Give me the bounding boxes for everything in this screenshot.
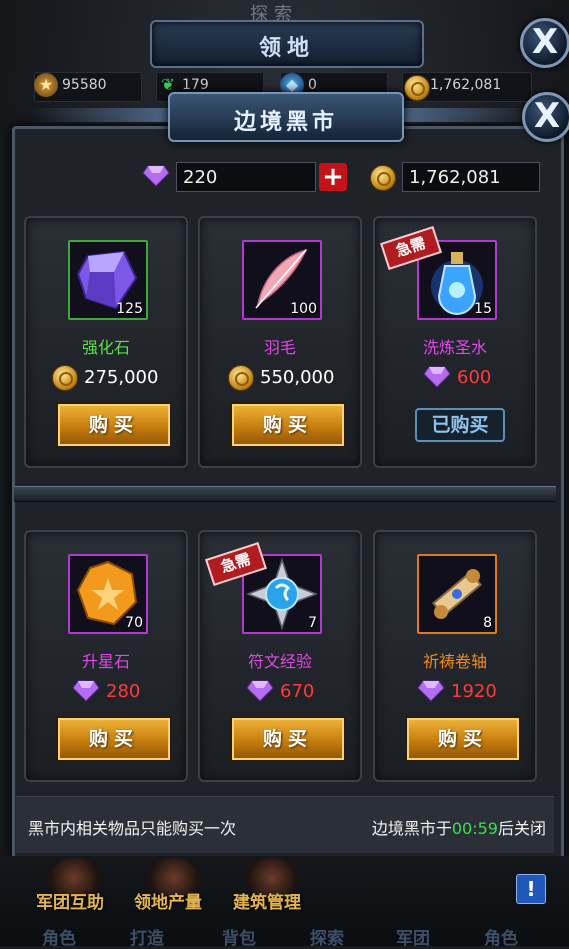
title-wing-left xyxy=(30,108,170,122)
purchased-label: 已购买 xyxy=(415,408,505,442)
item-frame[interactable]: 8 xyxy=(417,554,497,634)
item-price: 275,000 xyxy=(84,367,159,388)
buy-button[interactable]: 购买 xyxy=(56,402,172,448)
purchase-limit-notice: 黑市内相关物品只能购买一次 xyxy=(28,819,237,838)
item-name: 洗炼圣水 xyxy=(422,338,487,357)
price-row: 600 xyxy=(375,364,535,390)
market-close-button[interactable]: X xyxy=(522,92,569,142)
price-row: 670 xyxy=(200,678,360,704)
item-name: 强化石 xyxy=(81,338,130,357)
territory-close-button[interactable]: X xyxy=(520,18,569,68)
tab-explore[interactable]: 探索 xyxy=(310,924,344,949)
market-close-countdown: 边境黑市于00:59后关闭 xyxy=(372,815,546,839)
resource-leaf-value: 179 xyxy=(182,77,209,93)
gold-coin-icon xyxy=(228,365,254,391)
territory-output-button[interactable]: 领地产量 xyxy=(134,888,202,913)
building-management-button[interactable]: 建筑管理 xyxy=(233,888,301,913)
tab-role[interactable]: 角色 xyxy=(42,924,76,949)
purple-gem-icon xyxy=(417,680,445,702)
resource-star-value: 95580 xyxy=(62,77,107,93)
price-row: 275,000 xyxy=(26,364,186,391)
buy-button[interactable]: 购买 xyxy=(230,402,346,448)
item-count: 125 xyxy=(116,301,143,317)
tab-more[interactable]: 角色 xyxy=(484,924,518,949)
title-wing-right xyxy=(400,108,540,122)
gem-balance-field: 220 xyxy=(176,162,316,192)
item-frame[interactable]: 125 xyxy=(68,240,148,320)
countdown-prefix: 边境黑市于 xyxy=(371,819,452,838)
row-divider xyxy=(14,486,556,502)
item-count: 7 xyxy=(308,615,317,631)
resource-crystal-value: 0 xyxy=(308,77,317,93)
item-name: 祈祷卷轴 xyxy=(422,652,487,671)
gold-coin-icon xyxy=(404,75,430,101)
item-price: 670 xyxy=(280,681,315,702)
item-card-prayer-scroll: 8 祈祷卷轴 1920 购买 xyxy=(373,530,537,782)
item-card-star-stone: 70 升星石 280 购买 xyxy=(24,530,188,782)
price-row: 1920 xyxy=(375,678,535,704)
item-card-feather: 100 羽毛 550,000 购买 xyxy=(198,216,362,468)
market-title-bar: 边境黑市 xyxy=(168,92,404,142)
item-count: 100 xyxy=(290,301,317,317)
countdown-timer: 00:59 xyxy=(451,819,498,838)
item-name: 升星石 xyxy=(81,652,130,671)
market-footer: 黑市内相关物品只能购买一次 边境黑市于00:59后关闭 xyxy=(16,796,554,853)
purple-gem-icon xyxy=(72,680,100,702)
item-frame[interactable]: 70 xyxy=(68,554,148,634)
purple-gem-icon xyxy=(423,366,451,388)
tab-bag[interactable]: 背包 xyxy=(222,924,256,949)
item-name: 羽毛 xyxy=(263,338,296,357)
territory-title-bar: 领地 xyxy=(150,20,424,68)
item-price: 1920 xyxy=(451,681,497,702)
item-count: 15 xyxy=(474,301,492,317)
purple-gem-icon xyxy=(142,165,170,187)
item-name: 符文经验 xyxy=(247,652,312,671)
tab-forge[interactable]: 打造 xyxy=(130,924,164,949)
countdown-suffix: 后关闭 xyxy=(497,819,546,838)
legion-help-button[interactable]: 军团互助 xyxy=(36,888,104,913)
gold-coin-icon xyxy=(370,165,396,191)
item-frame[interactable]: 100 xyxy=(242,240,322,320)
resource-gold-value: 1,762,081 xyxy=(430,77,502,93)
item-card-strengthen-stone: 125 强化石 275,000 购买 xyxy=(24,216,188,468)
gold-balance-field: 1,762,081 xyxy=(402,162,540,192)
item-price: 280 xyxy=(106,681,141,702)
add-gems-button[interactable]: + xyxy=(319,163,347,191)
buy-button[interactable]: 购买 xyxy=(56,716,172,762)
item-price: 550,000 xyxy=(260,367,335,388)
market-title: 边境黑市 xyxy=(233,110,338,135)
purple-gem-icon xyxy=(246,680,274,702)
territory-title: 领地 xyxy=(258,36,315,61)
item-count: 70 xyxy=(125,615,143,631)
star-icon: ★ xyxy=(34,73,58,97)
item-price: 600 xyxy=(457,367,492,388)
item-card-rune-exp: 7 急需 符文经验 670 购买 xyxy=(198,530,362,782)
buy-button[interactable]: 购买 xyxy=(405,716,521,762)
gold-coin-icon xyxy=(52,365,78,391)
item-card-holy-water: 15 急需 洗炼圣水 600 已购买 xyxy=(373,216,537,468)
price-row: 280 xyxy=(26,678,186,704)
item-count: 8 xyxy=(483,615,492,631)
info-button[interactable]: ! xyxy=(516,874,546,904)
buy-button[interactable]: 购买 xyxy=(230,716,346,762)
tab-legion[interactable]: 军团 xyxy=(396,924,430,949)
price-row: 550,000 xyxy=(200,364,360,391)
